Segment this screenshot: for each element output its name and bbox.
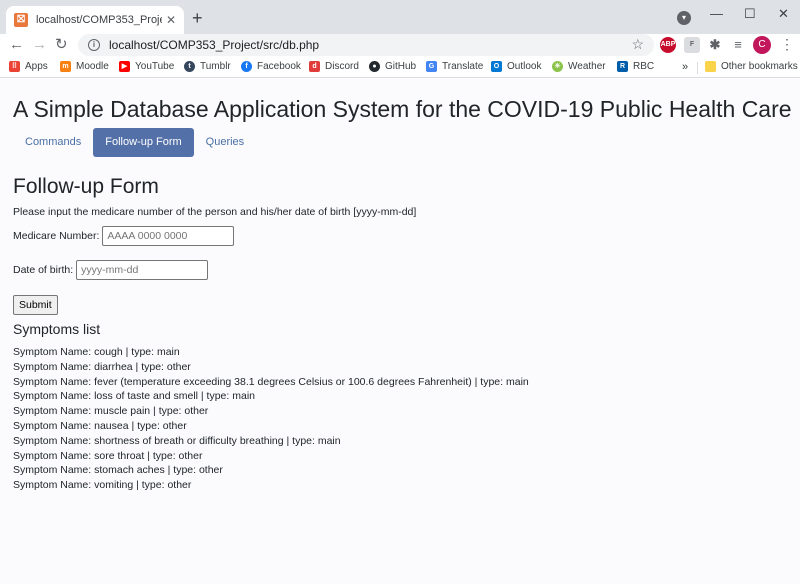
symptom-item: Symptom Name: fever (temperature exceedi… (13, 375, 529, 388)
forward-button[interactable]: → (32, 36, 47, 54)
bookmark-label: Facebook (257, 61, 301, 72)
symptom-item: Symptom Name: muscle pain | type: other (13, 405, 209, 418)
new-tab-button[interactable]: + (192, 9, 203, 27)
bookmark-label: Apps (25, 61, 48, 72)
dob-row: Date of birth: (13, 260, 209, 280)
bookmark-label: Weather (568, 61, 606, 72)
bookmark-label: Moodle (76, 61, 109, 72)
site-info-icon[interactable]: i (88, 39, 100, 51)
app-title: A Simple Database Application System for… (13, 96, 792, 122)
address-url[interactable]: localhost/COMP353_Project/src/db.php (109, 38, 319, 52)
bookmark-tumblr[interactable]: t Tumblr (184, 61, 231, 72)
bookmark-label: Other bookmarks (721, 61, 798, 72)
outlook-icon: O (491, 61, 502, 72)
browser-toolbar: ← → ↻ i localhost/COMP353_Project/src/db… (0, 34, 800, 58)
bookmark-apps[interactable]: ⠿ Apps (9, 61, 48, 72)
apps-grid-icon: ⠿ (9, 61, 20, 72)
bookmark-label: Translate (442, 61, 484, 72)
bookmark-youtube[interactable]: ▶ YouTube (119, 61, 174, 72)
symptom-item: Symptom Name: loss of taste and smell | … (13, 390, 255, 403)
page-viewport: A Simple Database Application System for… (0, 79, 800, 584)
symptoms-list-title: Symptoms list (13, 321, 101, 337)
profile-avatar[interactable]: C (753, 36, 771, 54)
github-icon: ● (369, 61, 380, 72)
xampp-favicon-icon: ⛝ (14, 13, 28, 27)
address-bar[interactable]: i localhost/COMP353_Project/src/db.php ☆ (78, 34, 654, 56)
bookmark-label: YouTube (135, 61, 175, 72)
bookmark-label: GitHub (385, 61, 417, 72)
bookmark-label: RBC (633, 61, 655, 72)
bookmark-star-icon[interactable]: ☆ (631, 36, 644, 53)
symptom-item: Symptom Name: nausea | type: other (13, 419, 187, 432)
date-of-birth-input[interactable] (76, 260, 209, 280)
bookmark-weather[interactable]: ☀ Weather (552, 61, 606, 72)
bookmarks-divider (697, 62, 698, 74)
form-title: Follow-up Form (13, 175, 159, 198)
extension-icon[interactable]: F (684, 37, 700, 53)
tab-title: localhost/COMP353_Project/src/db.php (36, 14, 162, 26)
tumblr-icon: t (184, 61, 195, 72)
dob-label: Date of birth: (13, 264, 74, 276)
reload-button[interactable]: ↻ (55, 36, 68, 54)
symptoms-list: Symptom Name: cough | type: main Symptom… (13, 345, 529, 493)
medicare-label: Medicare Number: (13, 230, 100, 242)
symptom-item: Symptom Name: sore throat | type: other (13, 449, 203, 462)
tab-commands[interactable]: Commands (13, 128, 93, 157)
bookmark-discord[interactable]: d Discord (309, 61, 359, 72)
adblock-extension-icon[interactable]: ABP (660, 37, 676, 53)
tab-queries[interactable]: Queries (194, 128, 257, 157)
tab-close-icon[interactable]: ✕ (166, 13, 176, 27)
maximize-button[interactable]: ☐ (744, 6, 756, 22)
bookmark-label: Discord (325, 61, 359, 72)
bookmark-label: Outlook (507, 61, 542, 72)
bookmark-translate[interactable]: G Translate (426, 61, 483, 72)
moodle-icon: m (60, 61, 71, 72)
tab-follow-up-form[interactable]: Follow-up Form (93, 128, 194, 157)
puzzle-extensions-icon[interactable]: ✱ (707, 37, 723, 53)
bookmark-moodle[interactable]: m Moodle (60, 61, 109, 72)
bookmark-rbc[interactable]: R RBC (617, 61, 654, 72)
symptom-item: Symptom Name: shortness of breath or dif… (13, 434, 341, 447)
browser-tab[interactable]: ⛝ localhost/COMP353_Project/src/db.php ✕ (6, 6, 184, 34)
bookmark-github[interactable]: ● GitHub (369, 61, 416, 72)
medicare-row: Medicare Number: (13, 226, 235, 246)
bookmark-outlook[interactable]: O Outlook (491, 61, 541, 72)
rbc-icon: R (617, 61, 628, 72)
bookmarks-bar: ⠿ Apps m Moodle ▶ YouTube t Tumblr f Fac… (0, 58, 800, 78)
folder-icon (705, 61, 716, 72)
browser-menu-icon[interactable]: ⋮ (780, 36, 794, 53)
bookmark-other[interactable]: Other bookmarks (705, 61, 798, 72)
tab-search-icon[interactable]: ▾ (677, 11, 691, 25)
bookmark-facebook[interactable]: f Facebook (241, 61, 301, 72)
symptom-item: Symptom Name: vomiting | type: other (13, 479, 192, 492)
facebook-icon: f (241, 61, 252, 72)
discord-icon: d (309, 61, 320, 72)
symptom-item: Symptom Name: cough | type: main (13, 346, 180, 358)
submit-button[interactable]: Submit (13, 295, 58, 315)
bookmarks-overflow-icon[interactable]: » (682, 61, 688, 73)
reading-list-icon[interactable]: ≡ (730, 37, 746, 53)
main-nav: Commands Follow-up Form Queries (13, 128, 256, 157)
bookmark-label: Tumblr (200, 61, 231, 72)
translate-icon: G (426, 61, 437, 72)
medicare-number-input[interactable] (102, 226, 235, 246)
window-close-button[interactable]: ✕ (778, 6, 789, 22)
form-instructions: Please input the medicare number of the … (13, 206, 417, 218)
weather-icon: ☀ (552, 61, 563, 72)
back-button[interactable]: ← (9, 36, 24, 54)
minimize-button[interactable]: — (710, 6, 723, 21)
browser-tabstrip: ⛝ localhost/COMP353_Project/src/db.php ✕… (0, 0, 800, 34)
symptom-item: Symptom Name: diarrhea | type: other (13, 360, 191, 373)
symptom-item: Symptom Name: stomach aches | type: othe… (13, 464, 223, 477)
youtube-icon: ▶ (119, 61, 130, 72)
